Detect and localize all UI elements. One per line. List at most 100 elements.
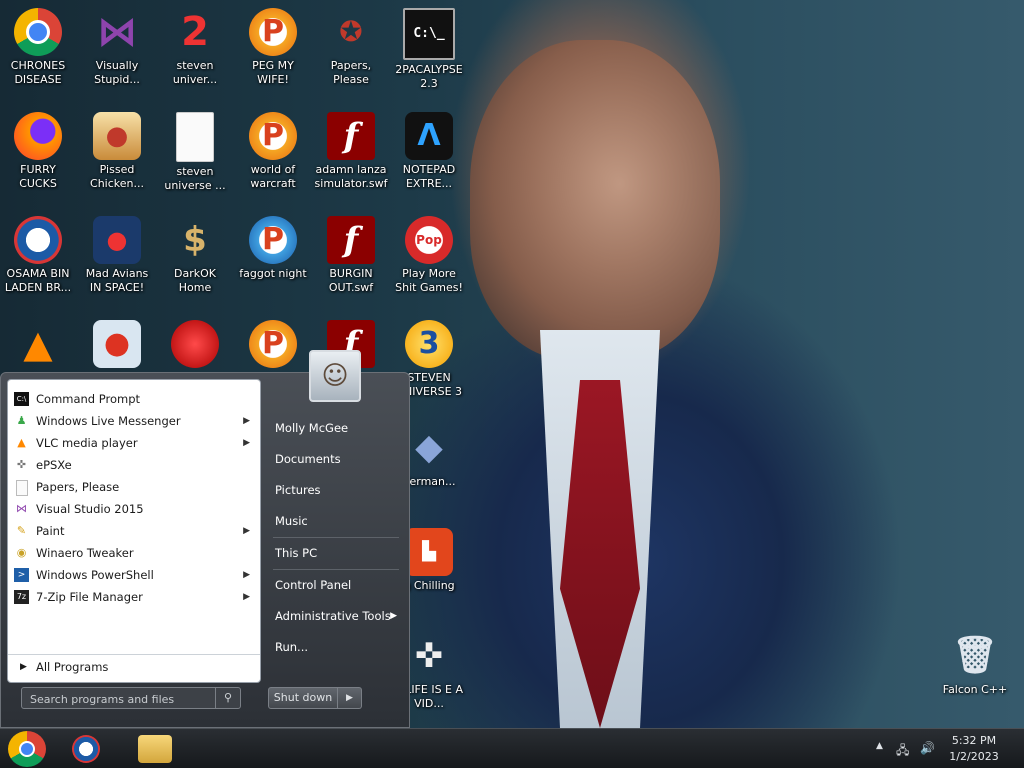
- program-windows-live-messenger[interactable]: ♟ Windows Live Messenger ▶: [8, 410, 260, 432]
- start-menu: C:\ Command Prompt ♟ Windows Live Messen…: [0, 350, 410, 728]
- program-winaero-tweaker[interactable]: ◉ Winaero Tweaker: [8, 542, 260, 564]
- program-vlc-media-player[interactable]: ▲ VLC media player ▶: [8, 432, 260, 454]
- program-label: Paint: [36, 524, 65, 538]
- desktop-icon-furry-cucks[interactable]: FURRY CUCKS: [0, 112, 76, 191]
- desktop-icon-peggle[interactable]: P: [235, 320, 311, 371]
- place-label: Music: [275, 514, 308, 528]
- taskbar-file-explorer-icon[interactable]: [138, 735, 172, 763]
- program-command-prompt[interactable]: C:\ Command Prompt: [8, 388, 260, 410]
- shutdown-options-button[interactable]: ▶: [338, 687, 362, 709]
- clock-date: 1/2/2023: [949, 750, 999, 763]
- flash-icon: f: [327, 216, 375, 264]
- place-label: Administrative Tools: [275, 609, 391, 623]
- all-programs-button[interactable]: ▶ All Programs: [8, 654, 260, 678]
- desktop-icon-label: NOTEPAD EXTRE...: [402, 163, 456, 190]
- peggle-nights-icon: P: [249, 216, 297, 264]
- search-input[interactable]: [22, 688, 226, 710]
- program-label: VLC media player: [36, 436, 138, 450]
- desktop-icon-visually-stupid[interactable]: ⋈ Visually Stupid...: [79, 8, 155, 87]
- program-label: Papers, Please: [36, 480, 120, 494]
- place-label: Run...: [275, 640, 309, 654]
- desktop-icon-mad-avians[interactable]: ● Mad Avians IN SPACE!: [79, 216, 155, 295]
- network-icon[interactable]: 🖧: [896, 741, 909, 762]
- clock[interactable]: 5:32 PM 1/2/2023: [944, 733, 1004, 765]
- shutdown-button[interactable]: Shut down: [268, 687, 338, 709]
- desktop-icon-label: Play More Shit Games!: [395, 267, 463, 294]
- start-menu-places-pane: Molly McGee Documents Pictures Music Thi…: [263, 413, 409, 663]
- submenu-arrow-icon: ▶: [243, 438, 250, 448]
- desktop-icon-label: faggot night: [239, 267, 307, 280]
- blank-file-icon: [16, 480, 28, 496]
- desktop-icon-vlc[interactable]: ▲: [0, 320, 76, 371]
- desktop-icon-osama-bin-laden[interactable]: OSAMA BIN LADEN BR...: [0, 216, 76, 295]
- volume-icon[interactable]: 🔊: [920, 741, 935, 755]
- desktop-icon-steven-universe[interactable]: 2 steven univer...: [157, 8, 233, 87]
- desktop-icon-world-of-warcraft[interactable]: P world of warcraft: [235, 112, 311, 191]
- red-creature-icon: [171, 320, 219, 368]
- desktop-icon-label: Visually Stupid...: [94, 59, 140, 86]
- vlc-icon: ▲: [17, 436, 26, 449]
- wallpaper-portrait: [470, 40, 720, 360]
- start-button[interactable]: [8, 731, 46, 767]
- desktop-icon-peg-my-wife[interactable]: P PEG MY WIFE!: [235, 8, 311, 87]
- system-tray: ▲ 🖧 🔊: [874, 729, 954, 769]
- desktop-icon-label: PEG MY WIFE!: [252, 59, 294, 86]
- place-run[interactable]: Run...: [263, 632, 409, 663]
- place-documents[interactable]: Documents: [263, 444, 409, 475]
- program-label: ePSXe: [36, 458, 72, 472]
- popcap-icon: Pop: [405, 216, 453, 264]
- place-pictures[interactable]: Pictures: [263, 475, 409, 506]
- program-papers-please[interactable]: Papers, Please: [8, 476, 260, 498]
- program-label: Windows Live Messenger: [36, 414, 181, 428]
- submenu-arrow-icon: ▶: [243, 592, 250, 602]
- chevron-up-icon[interactable]: ▲: [876, 741, 883, 751]
- desktop-icon-pissed-chicken[interactable]: ● Pissed Chicken...: [79, 112, 155, 191]
- program-7zip-file-manager[interactable]: 7z 7-Zip File Manager ▶: [8, 586, 260, 608]
- gamepad-icon: ✜: [16, 458, 27, 471]
- desktop-icon-faggot-night[interactable]: P faggot night: [235, 216, 311, 281]
- desktop-icon-falcon-cpp[interactable]: 🗑 Falcon C++: [937, 632, 1013, 697]
- program-visual-studio-2015[interactable]: ⋈ Visual Studio 2015: [8, 498, 260, 520]
- desktop-icon-label: OSAMA BIN LADEN BR...: [4, 267, 72, 294]
- obama-logo-icon: [14, 216, 62, 264]
- angry-birds-seasons-icon: ●: [93, 112, 141, 160]
- desktop-icon-steven-universe-file[interactable]: steven universe ...: [157, 112, 233, 193]
- desktop-icon-angry-birds[interactable]: ●: [79, 320, 155, 371]
- desktop-icon-papers-please[interactable]: ✪ Papers, Please: [313, 8, 389, 87]
- desktop-icon-burgin-out[interactable]: f BURGIN OUT.swf: [313, 216, 389, 295]
- user-avatar[interactable]: ☺: [309, 350, 361, 402]
- program-windows-powershell[interactable]: > Windows PowerShell ▶: [8, 564, 260, 586]
- place-music[interactable]: Music: [263, 506, 409, 537]
- desktop-icon-2pacalypse[interactable]: C:\_ 2PACALYPSE 2.3: [391, 8, 467, 91]
- desktop-icon-label: Papers, Please: [330, 59, 372, 86]
- program-label: Windows PowerShell: [36, 568, 154, 582]
- place-this-pc[interactable]: This PC: [263, 538, 409, 569]
- place-label: Pictures: [275, 483, 321, 497]
- desktop-icon-adamn-lanza-simulator[interactable]: f adamn lanza simulator.swf: [313, 112, 389, 191]
- search-icon[interactable]: ⚲: [215, 688, 240, 708]
- program-label: Command Prompt: [36, 392, 141, 406]
- desktop-icon-play-more-games[interactable]: Pop Play More Shit Games!: [391, 216, 467, 295]
- program-label: Winaero Tweaker: [36, 546, 134, 560]
- desktop-icon-chrones-disease[interactable]: CHRONES DISEASE: [0, 8, 76, 87]
- flash-icon: f: [327, 112, 375, 160]
- chilling-icon: ▙: [405, 528, 453, 576]
- taskbar-obama-app-icon[interactable]: [72, 735, 100, 763]
- program-paint[interactable]: ✎ Paint ▶: [8, 520, 260, 542]
- steven-universe-2-icon: 2: [181, 9, 209, 55]
- place-administrative-tools[interactable]: Administrative Tools ▶: [263, 601, 409, 632]
- program-epsxe[interactable]: ✜ ePSXe: [8, 454, 260, 476]
- peggle-icon: P: [249, 8, 297, 56]
- place-control-panel[interactable]: Control Panel: [263, 570, 409, 601]
- blank-file-icon: [176, 112, 214, 162]
- desktop-icon-label: steven universe ...: [164, 165, 226, 192]
- vlc-icon: ▲: [23, 322, 53, 366]
- steven-universe-3-icon: 3: [405, 320, 453, 368]
- money-bag-icon: $: [183, 220, 207, 260]
- paint-icon: ✎: [16, 524, 27, 537]
- place-molly-mcgee[interactable]: Molly McGee: [263, 413, 409, 444]
- desktop-icon-darkok-home[interactable]: $ DarkOK Home: [157, 216, 233, 295]
- desktop-icon-notepad-extreme[interactable]: Λ NOTEPAD EXTRE...: [391, 112, 467, 191]
- notepad-icon: Λ: [405, 112, 453, 160]
- desktop-icon-red-creature[interactable]: [157, 320, 233, 371]
